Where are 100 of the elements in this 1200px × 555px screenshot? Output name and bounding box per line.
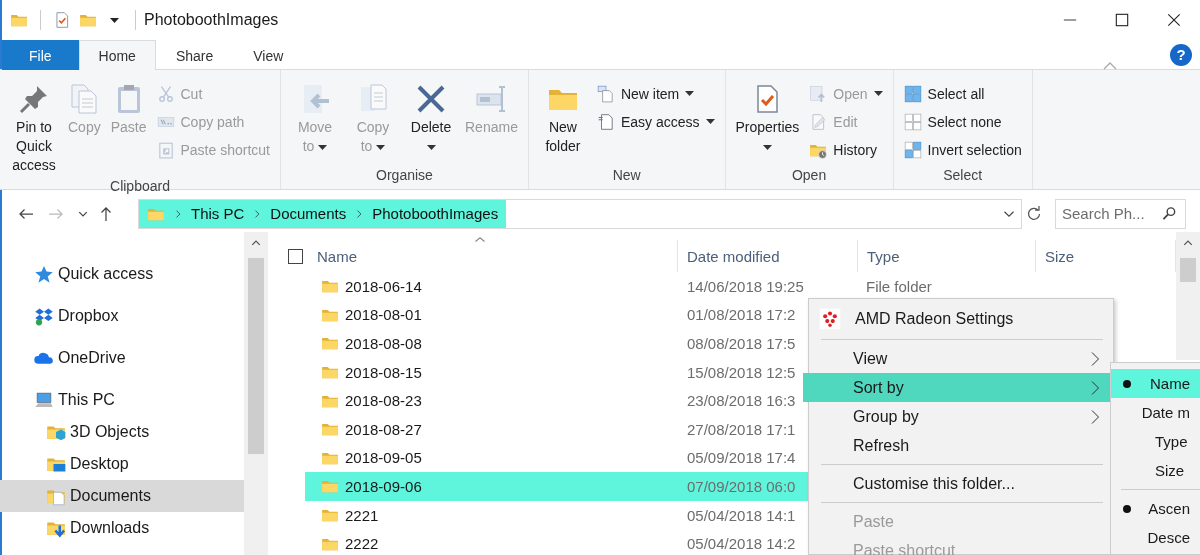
help-button[interactable]: ? bbox=[1170, 44, 1192, 66]
ribbon-button[interactable]: Pin to Quick access bbox=[6, 80, 62, 178]
close-icon bbox=[1167, 13, 1181, 27]
menu-item[interactable]: AMD Radeon Settings bbox=[809, 303, 1113, 335]
radeon-icon bbox=[819, 308, 841, 330]
scroll-up-icon bbox=[251, 238, 261, 248]
menu-item[interactable]: Sort by bbox=[803, 373, 1113, 402]
select-all-icon bbox=[903, 84, 922, 103]
ribbon-button[interactable]: Delete bbox=[403, 80, 459, 159]
date-cell: 05/04/2018 14:2 bbox=[687, 535, 796, 553]
file-name: 2221 bbox=[345, 506, 379, 524]
date-cell: 08/08/2018 17:5 bbox=[687, 335, 796, 352]
file-row[interactable]: 2018-06-14 14/06/2018 19:25 File folder bbox=[305, 272, 1200, 301]
date-cell: 05/09/2018 17:4 bbox=[687, 449, 796, 467]
file-name: 2018-08-01 bbox=[345, 306, 422, 324]
ribbon-tab[interactable]: File bbox=[2, 40, 79, 70]
menu-item[interactable]: View bbox=[809, 344, 1113, 373]
group-label: New bbox=[611, 167, 642, 185]
ribbon-button[interactable]: Invert selection bbox=[899, 136, 1026, 163]
select-all-checkbox[interactable] bbox=[288, 248, 303, 264]
refresh-icon bbox=[1026, 205, 1042, 222]
column-header[interactable]: Date modified bbox=[678, 240, 858, 272]
maximize-icon bbox=[1115, 13, 1129, 27]
ribbon-tab[interactable]: Share bbox=[155, 40, 234, 70]
edit-icon bbox=[809, 112, 828, 131]
nav-item[interactable]: Documents bbox=[0, 480, 244, 512]
select-none-icon bbox=[903, 112, 922, 131]
file-name: 2018-08-15 bbox=[345, 363, 422, 381]
nav-item[interactable]: OneDrive bbox=[0, 342, 244, 374]
file-name: 2018-06-14 bbox=[345, 277, 422, 295]
date-cell: 15/08/2018 12:5 bbox=[687, 363, 796, 381]
invert-selection-icon bbox=[903, 140, 922, 159]
group-label: Select bbox=[942, 167, 984, 185]
nav-item[interactable]: This PC bbox=[0, 384, 244, 416]
menu-item[interactable]: Group by bbox=[809, 402, 1113, 431]
ribbon-button[interactable]: New folder bbox=[534, 80, 591, 159]
menu-item[interactable]: Desce bbox=[1111, 523, 1200, 552]
scrollbar[interactable] bbox=[244, 232, 268, 555]
date-cell: 23/08/2018 16:3 bbox=[687, 392, 796, 410]
ribbon-button[interactable]: Select all bbox=[899, 80, 1026, 107]
breadcrumb[interactable]: This PC bbox=[191, 205, 245, 222]
breadcrumb[interactable]: Documents bbox=[270, 205, 347, 222]
date-cell: 14/06/2018 19:25 bbox=[687, 277, 804, 295]
ribbon-button[interactable]: History bbox=[805, 136, 887, 163]
nav-item[interactable]: Dropbox bbox=[0, 300, 244, 332]
address-field[interactable]: This PC Documents PhotoboothImages bbox=[138, 198, 1022, 229]
file-name: 2018-08-08 bbox=[345, 335, 422, 352]
ribbon-button[interactable]: Properties bbox=[731, 80, 804, 159]
ribbon-button[interactable]: Select none bbox=[899, 108, 1026, 135]
nav-item[interactable]: Desktop bbox=[0, 448, 244, 480]
file-name: 2018-08-27 bbox=[345, 420, 422, 438]
menu-item[interactable]: Name bbox=[1111, 369, 1200, 398]
pin-icon bbox=[18, 83, 50, 115]
scroll-thumb[interactable] bbox=[1180, 258, 1196, 282]
ribbon-button[interactable]: New item bbox=[592, 80, 719, 107]
file-name: 2018-09-06 bbox=[345, 477, 422, 495]
caret-icon bbox=[109, 15, 119, 25]
new-item-icon bbox=[596, 84, 615, 103]
open-icon bbox=[809, 84, 828, 103]
properties-icon bbox=[53, 11, 71, 29]
date-cell: 01/08/2018 17:2 bbox=[687, 306, 796, 324]
file-name: 2222 bbox=[345, 535, 379, 553]
ribbon-tab[interactable]: View bbox=[233, 40, 304, 70]
file-name: 2018-09-05 bbox=[345, 449, 422, 467]
ribbon-button[interactable]: Easy access bbox=[592, 108, 719, 135]
nav-item[interactable]: Downloads bbox=[0, 512, 244, 544]
group-label: Organise bbox=[375, 167, 434, 185]
scroll-up-icon bbox=[1183, 238, 1193, 248]
breadcrumb[interactable]: PhotoboothImages bbox=[372, 205, 499, 222]
dropbox-icon bbox=[34, 306, 54, 326]
scrollbar[interactable] bbox=[1176, 232, 1200, 360]
menu-item[interactable]: Date m bbox=[1111, 398, 1200, 427]
search-input[interactable]: Search Ph... bbox=[1062, 205, 1158, 222]
column-header[interactable]: Type bbox=[858, 240, 1036, 272]
shortcut-icon bbox=[156, 140, 175, 159]
group-label: Clipboard bbox=[109, 178, 171, 194]
search-field[interactable]: Search Ph... bbox=[1055, 198, 1186, 229]
date-cell: 07/09/2018 06:0 bbox=[687, 477, 796, 495]
page-icon bbox=[596, 112, 615, 131]
scroll-thumb[interactable] bbox=[248, 258, 264, 454]
menu-item[interactable]: Refresh bbox=[809, 431, 1113, 460]
date-cell: 05/04/2018 14:1 bbox=[687, 506, 796, 524]
menu-item[interactable]: Customise this folder... bbox=[809, 469, 1113, 498]
star-icon bbox=[34, 264, 54, 284]
ribbon-tab[interactable]: Home bbox=[78, 40, 156, 70]
nav-item[interactable]: 3D Objects bbox=[0, 416, 244, 448]
column-header[interactable]: Name bbox=[270, 240, 678, 272]
computer-icon bbox=[34, 390, 54, 410]
search-icon bbox=[1162, 206, 1177, 221]
chevron-icon bbox=[173, 208, 183, 219]
rename-icon bbox=[475, 83, 508, 115]
delete-icon bbox=[415, 83, 447, 115]
group-label: Open bbox=[790, 167, 828, 185]
nav-item[interactable]: Quick access bbox=[0, 258, 244, 290]
menu-item[interactable]: Type bbox=[1111, 427, 1200, 456]
file-name: 2018-08-23 bbox=[345, 392, 422, 410]
window-title: PhotoboothImages bbox=[144, 11, 279, 29]
date-cell: 27/08/2018 17:1 bbox=[687, 420, 796, 438]
scissors-icon bbox=[156, 84, 175, 103]
type-cell: File folder bbox=[866, 277, 932, 295]
